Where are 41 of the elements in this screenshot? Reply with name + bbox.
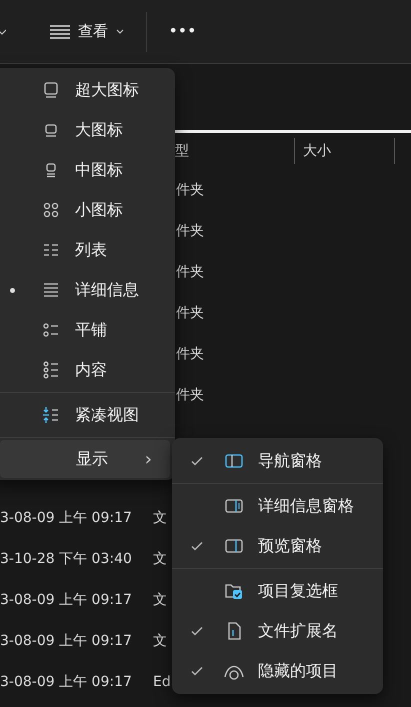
type-cell-text: 件夹 — [175, 386, 204, 404]
view-button[interactable]: 查看 — [48, 16, 126, 47]
compact-icon — [41, 405, 61, 425]
date-cell: 3-08-09 上午 09:17 — [0, 674, 132, 690]
menu-item[interactable]: 显示 › — [0, 440, 170, 478]
menu-item[interactable]: 中图标 — [0, 150, 175, 190]
chevron-icon — [116, 28, 124, 34]
type-cell: Ed — [153, 674, 171, 690]
date-cell: 3-10-28 下午 03:40 — [0, 550, 132, 566]
menu-item[interactable]: 列表 — [0, 230, 175, 270]
menu-item[interactable]: 平铺 — [0, 310, 175, 350]
type-cell: 文 — [153, 590, 167, 608]
type-cell: 文 — [153, 508, 167, 526]
type-cell-text: 件夹 — [175, 262, 204, 280]
menu-item[interactable]: 内容 — [0, 350, 175, 390]
lines-icon — [50, 24, 70, 38]
grid-icon — [41, 200, 61, 220]
menu-item[interactable]: 详细信息窗格 — [172, 486, 383, 526]
chevron-icon[interactable] — [0, 28, 6, 34]
date-cell: 3-08-09 上午 09:17 — [0, 510, 132, 526]
type-cell-text: 件夹 — [175, 344, 204, 362]
type-cell-text: 件夹 — [175, 222, 204, 240]
menu-item[interactable]: 项目复选框 — [172, 571, 383, 611]
menu-item[interactable]: 隐藏的项目 — [172, 651, 383, 691]
menu-item[interactable]: 超大图标 — [0, 70, 175, 110]
menu-item[interactable]: 导航窗格 — [172, 441, 383, 481]
column-header[interactable]: 大小 — [295, 138, 395, 164]
menu-item[interactable]: 紧凑视图 — [0, 395, 175, 435]
menu-item[interactable]: 大图标 — [0, 110, 175, 150]
type-cell: 文 — [153, 550, 167, 568]
type-cell-text: 件夹 — [175, 304, 204, 322]
content-icon — [41, 360, 61, 380]
menu-item[interactable]: 详细信息 — [0, 270, 175, 310]
menu-item[interactable]: 小图标 — [0, 190, 175, 230]
date-cell: 3-08-09 上午 09:17 — [0, 592, 132, 608]
more-button[interactable]: ••• — [165, 18, 201, 45]
menu-item[interactable]: 文件扩展名 — [172, 611, 383, 651]
type-cell: 文 — [153, 632, 167, 650]
date-cell: 3-08-09 上午 09:17 — [0, 632, 132, 648]
menu-item[interactable]: 预览窗格 — [172, 526, 383, 566]
type-cell-text: 件夹 — [175, 180, 204, 198]
